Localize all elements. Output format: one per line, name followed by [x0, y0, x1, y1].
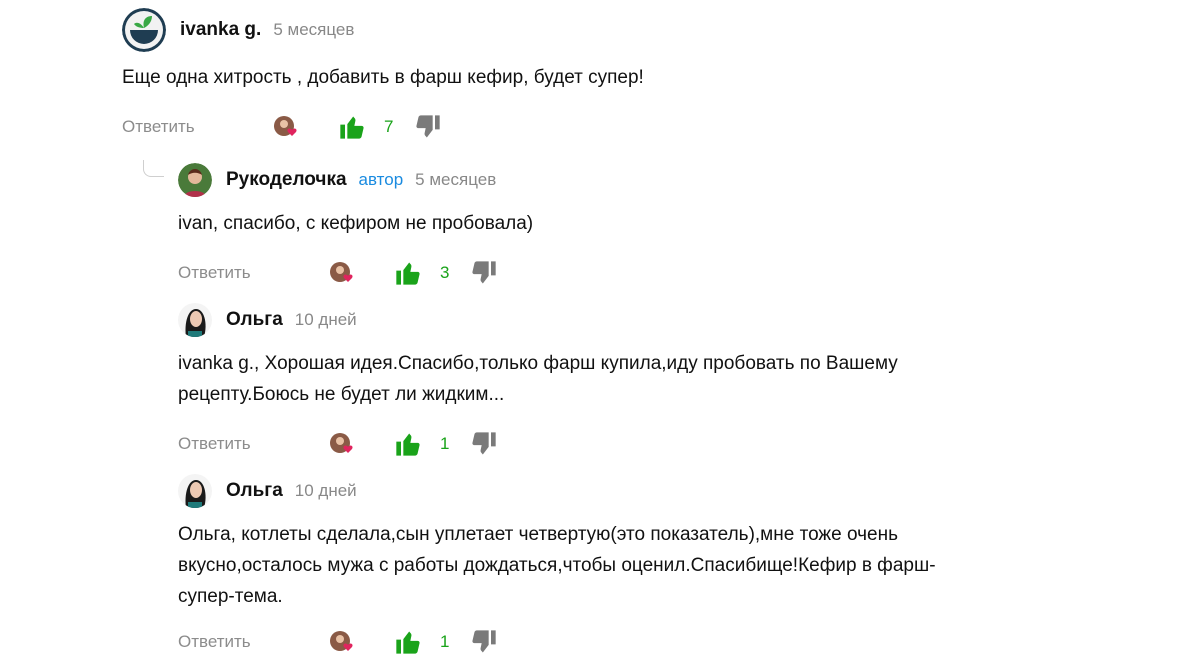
comment-header: Ольга 10 дней — [178, 469, 1158, 513]
comment-time: 5 месяцев — [273, 20, 355, 39]
comment-actions: Ответить 7 — [122, 107, 1162, 147]
author-badge: автор — [358, 170, 404, 189]
comment: Рукоделочка автор 5 месяцев ivan, спасиб… — [178, 158, 1158, 293]
comment-author[interactable]: Рукоделочка — [226, 169, 347, 191]
reply-button[interactable]: Ответить — [122, 117, 272, 137]
comment: ivanka g. 5 месяцев Еще одна хитрость , … — [122, 8, 1162, 147]
avatar[interactable] — [178, 474, 212, 508]
comment-text: Ольга, котлеты сделала,сын уплетает четв… — [178, 524, 936, 607]
avatar[interactable] — [178, 163, 212, 197]
like-count: 1 — [440, 434, 450, 453]
comment-time: 5 месяцев — [415, 170, 497, 189]
thread-connector — [143, 160, 164, 177]
reply-button[interactable]: Ответить — [178, 434, 328, 454]
user-photo-avatar — [178, 474, 212, 508]
comment-actions: Ответить 1 — [178, 424, 1158, 464]
comment-text: Еще одна хитрость , добавить в фарш кефи… — [122, 67, 644, 88]
comment-author[interactable]: ivanka g. — [180, 19, 261, 41]
bowl-avatar-icon — [122, 8, 166, 52]
comment-actions: Ответить 3 — [178, 253, 1158, 293]
thumbs-up-icon[interactable] — [338, 113, 366, 141]
reaction-avatars-icon[interactable] — [328, 431, 358, 457]
user-photo-avatar — [178, 303, 212, 337]
thumbs-down-icon[interactable] — [470, 259, 498, 287]
comment-header: Ольга 10 дней — [178, 298, 1158, 342]
like-count: 1 — [440, 632, 450, 651]
comment: Ольга 10 дней Ольга, котлеты сделала,сын… — [178, 469, 1158, 662]
comment-actions: Ответить 1 — [178, 622, 1158, 662]
like-count: 7 — [384, 117, 394, 136]
like-count: 3 — [440, 263, 450, 282]
reaction-avatars-icon[interactable] — [328, 629, 358, 655]
comment-text: ivanka g., Хорошая идея.Спасибо,только ф… — [178, 353, 898, 405]
thumbs-up-icon[interactable] — [394, 259, 422, 287]
avatar[interactable] — [178, 303, 212, 337]
avatar[interactable] — [122, 8, 166, 52]
reply-button[interactable]: Ответить — [178, 632, 328, 652]
comment-time: 10 дней — [294, 310, 357, 329]
thumbs-down-icon[interactable] — [470, 430, 498, 458]
comment-header: ivanka g. 5 месяцев — [122, 8, 1162, 52]
comment-text: ivan, спасибо, с кефиром не пробовала) — [178, 213, 534, 234]
comment-time: 10 дней — [294, 481, 357, 500]
comment-author[interactable]: Ольга — [226, 480, 283, 502]
thumbs-up-icon[interactable] — [394, 430, 422, 458]
user-photo-avatar — [178, 163, 212, 197]
thumbs-down-icon[interactable] — [470, 628, 498, 656]
reaction-avatars-icon[interactable] — [328, 260, 358, 286]
comment-author[interactable]: Ольга — [226, 309, 283, 331]
comment-header: Рукоделочка автор 5 месяцев — [178, 158, 1158, 202]
reaction-avatars-icon[interactable] — [272, 114, 302, 140]
thumbs-up-icon[interactable] — [394, 628, 422, 656]
comment: Ольга 10 дней ivanka g., Хорошая идея.Сп… — [178, 298, 1158, 464]
reply-button[interactable]: Ответить — [178, 263, 328, 283]
thumbs-down-icon[interactable] — [414, 113, 442, 141]
